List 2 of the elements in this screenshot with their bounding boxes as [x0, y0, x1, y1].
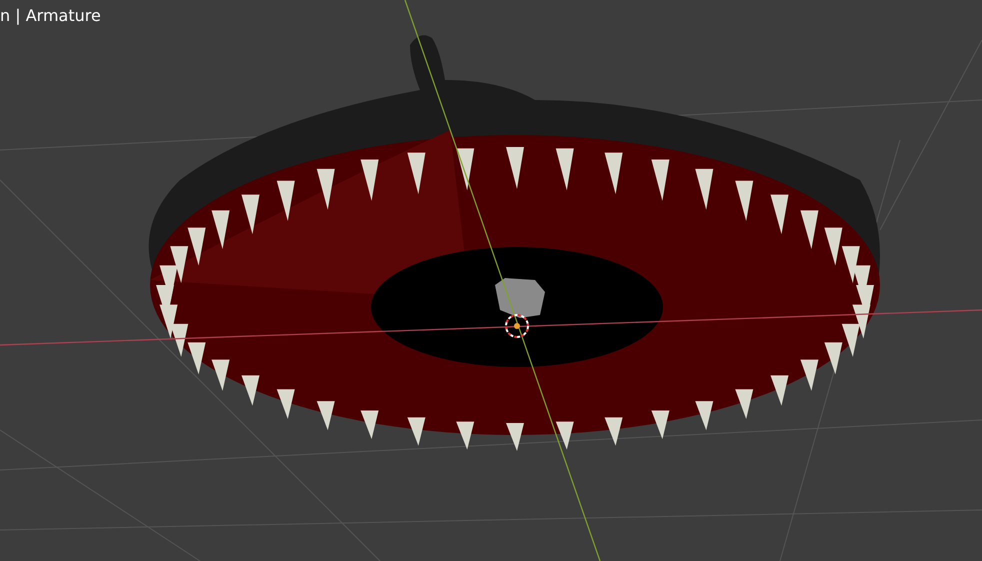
viewport-header: n | Armature: [0, 6, 101, 25]
origin-marker-icon: [505, 314, 529, 338]
